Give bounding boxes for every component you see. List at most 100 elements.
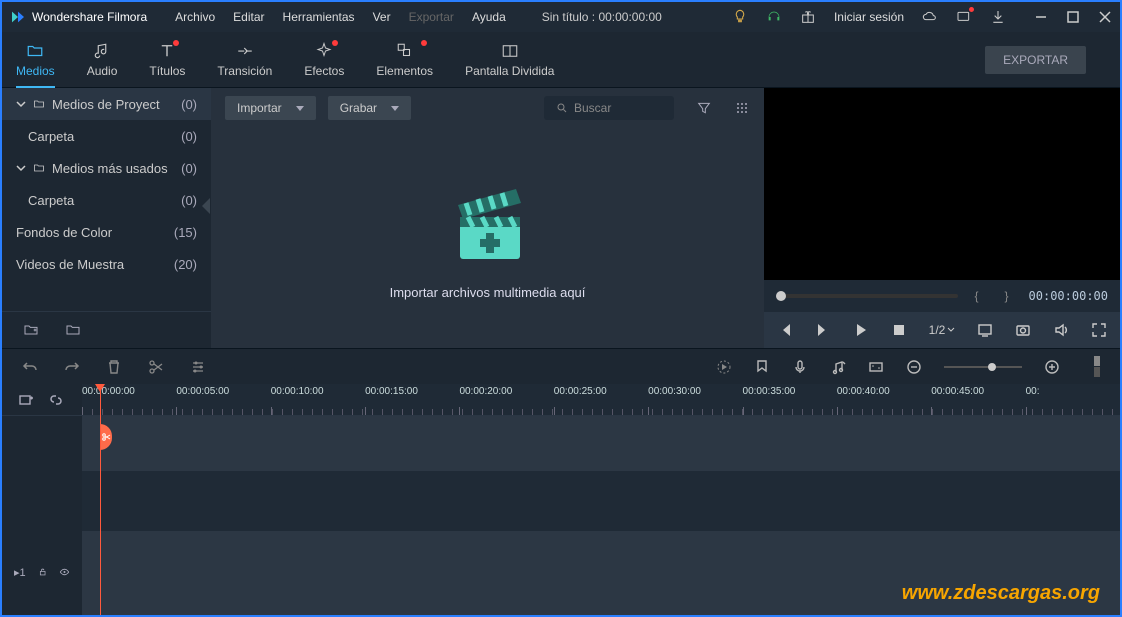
gift-icon[interactable] [800,9,816,25]
media-drop-zone[interactable]: Importar archivos multimedia aquí [211,128,764,348]
tab-effects-label: Efectos [304,64,344,78]
quality-button[interactable] [977,322,993,338]
marker-button[interactable] [754,359,770,375]
download-icon[interactable] [990,9,1006,25]
menu-tools[interactable]: Herramientas [283,10,355,24]
lightbulb-icon[interactable] [732,9,748,25]
sidebar-item-folder1[interactable]: Carpeta (0) [2,120,211,152]
zoom-slider[interactable] [944,366,1022,368]
search-input[interactable]: Buscar [544,96,674,120]
fullscreen-button[interactable] [1091,322,1107,338]
new-folder-icon[interactable] [22,322,40,338]
import-dropdown[interactable]: Importar [225,96,316,120]
watermark: www.zdescargas.org [902,582,1100,605]
marker-braces: { } [974,289,1012,303]
sidebar-samples-label: Videos de Muestra [16,257,124,272]
sidebar-folder2-label: Carpeta [28,193,74,208]
split-button[interactable] [148,359,164,375]
delete-button[interactable] [106,359,122,375]
ruler-mark: 00:00:35:00 [743,384,837,415]
audio-mix-button[interactable] [830,359,846,375]
tab-media[interactable]: Medios [16,42,55,78]
mid-area: Medios de Proyect (0) Carpeta (0) Medios… [2,88,1120,348]
record-dropdown[interactable]: Grabar [328,96,411,120]
volume-button[interactable] [1053,322,1069,338]
signin-button[interactable]: Iniciar sesión [834,10,904,24]
voiceover-button[interactable] [792,359,808,375]
minimize-button[interactable] [1034,10,1048,24]
menu-file[interactable]: Archivo [175,10,215,24]
sidebar-item-mostused[interactable]: Medios más usados (0) [2,152,211,184]
progress-thumb[interactable] [776,291,786,301]
close-button[interactable] [1098,10,1112,24]
sidebar-project-label: Medios de Proyect [52,97,160,112]
tab-titles-label: Títulos [149,64,185,78]
scissors-icon [101,432,111,442]
preview-video[interactable] [764,88,1120,280]
sidebar-item-colorbg[interactable]: Fondos de Color (15) [2,216,211,248]
chevron-down-icon [16,99,26,109]
timeline-body[interactable]: 00:00:00:0000:00:05:0000:00:10:0000:00:1… [82,384,1120,615]
stop-button[interactable] [891,322,907,338]
playhead[interactable] [100,384,101,615]
add-track-icon[interactable] [18,392,34,408]
tab-transition-label: Transición [217,64,272,78]
notification-dot [332,40,338,46]
snapshot-button[interactable] [1015,322,1031,338]
track-size-toggle[interactable] [1094,356,1100,377]
headset-icon[interactable] [766,9,782,25]
undo-button[interactable] [22,359,38,375]
zoom-label: 1/2 [929,323,946,337]
import-label: Importar [237,101,282,115]
track-label[interactable]: ▸1 [14,566,26,579]
adjust-button[interactable] [190,359,206,375]
main-menu: Archivo Editar Herramientas Ver Exportar… [175,10,506,24]
sidebar-samples-count: (20) [174,257,197,272]
link-icon[interactable] [48,392,64,408]
play-button[interactable] [853,322,869,338]
grid-view-icon[interactable] [734,100,750,116]
titlebar: Wondershare Filmora Archivo Editar Herra… [2,2,1120,32]
menu-view[interactable]: Ver [373,10,391,24]
folder-icon [32,98,46,110]
ruler-mark: 00:00:10:00 [271,384,365,415]
folder-icon[interactable] [64,322,82,338]
sidebar-item-samples[interactable]: Videos de Muestra (20) [2,248,211,280]
message-icon[interactable] [956,9,972,25]
sidebar-item-folder2[interactable]: Carpeta (0) [2,184,211,216]
tab-elements[interactable]: Elementos [376,42,433,78]
menu-edit[interactable]: Editar [233,10,264,24]
tab-split[interactable]: Pantalla Dividida [465,42,554,78]
timeline: ▸1 00:00:00:0000:00:05:0000:00:10:0000:0… [2,384,1120,615]
track-row[interactable] [82,471,1120,531]
tab-effects[interactable]: Efectos [304,42,344,78]
zoom-out-button[interactable] [906,359,922,375]
redo-button[interactable] [64,359,80,375]
aspect-button[interactable] [868,359,884,375]
export-button[interactable]: EXPORTAR [985,46,1086,74]
menu-help[interactable]: Ayuda [472,10,506,24]
filter-icon[interactable] [696,100,712,116]
collapse-sidebar-handle[interactable] [202,198,210,214]
zoom-in-button[interactable] [1044,359,1060,375]
prev-frame-button[interactable] [777,322,793,338]
tab-titles[interactable]: Títulos [149,42,185,78]
search-placeholder: Buscar [574,101,611,115]
track-header: ▸1 [2,557,82,587]
zoom-dropdown[interactable]: 1/2 [929,323,956,337]
next-frame-button[interactable] [815,322,831,338]
folder-icon [26,42,44,60]
render-button[interactable] [716,359,732,375]
timeline-ruler[interactable]: 00:00:00:0000:00:05:0000:00:10:0000:00:1… [82,384,1120,416]
tab-transition[interactable]: Transición [217,42,272,78]
eye-icon[interactable] [59,566,70,578]
cloud-icon[interactable] [922,9,938,25]
lock-icon[interactable] [38,566,47,578]
maximize-button[interactable] [1066,10,1080,24]
menu-export[interactable]: Exportar [409,10,454,24]
sidebar-mostused-label: Medios más usados [52,161,168,176]
sidebar-item-project[interactable]: Medios de Proyect (0) [2,88,211,120]
progress-track[interactable] [776,294,958,298]
tab-audio[interactable]: Audio [87,42,118,78]
preview-timecode: 00:00:00:00 [1029,289,1108,303]
